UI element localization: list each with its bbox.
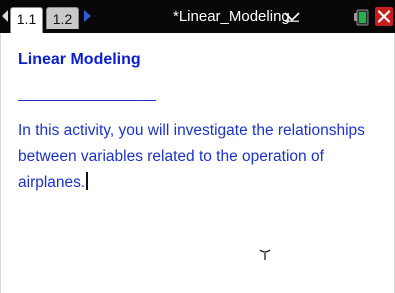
ti-nspire-screen: 1.1 1.2 *Linear_Modeling Linear Modeling… [0,0,395,293]
page-heading: Linear Modeling [18,51,141,68]
text-cursor-icon [259,249,271,260]
document-title[interactable]: *Linear_Modeling [173,8,290,26]
top-bar: 1.1 1.2 *Linear_Modeling [0,0,395,33]
tab-1-1[interactable]: 1.1 [10,7,43,33]
tab-1-2[interactable]: 1.2 [46,7,79,29]
battery-icon [354,9,369,26]
chevron-down-icon[interactable] [284,12,300,22]
notes-page[interactable]: Linear Modeling In this activity, you wi… [0,33,395,293]
arrow-right-icon[interactable] [84,10,91,22]
close-button[interactable] [375,7,393,26]
arrow-left-icon[interactable] [2,10,8,22]
body-paragraph[interactable]: In this activity, you will investigate t… [18,118,388,196]
text-caret [86,172,88,190]
paragraph-text: In this activity, you will investigate t… [18,122,365,191]
close-icon [377,10,391,23]
heading-underline [18,100,156,101]
